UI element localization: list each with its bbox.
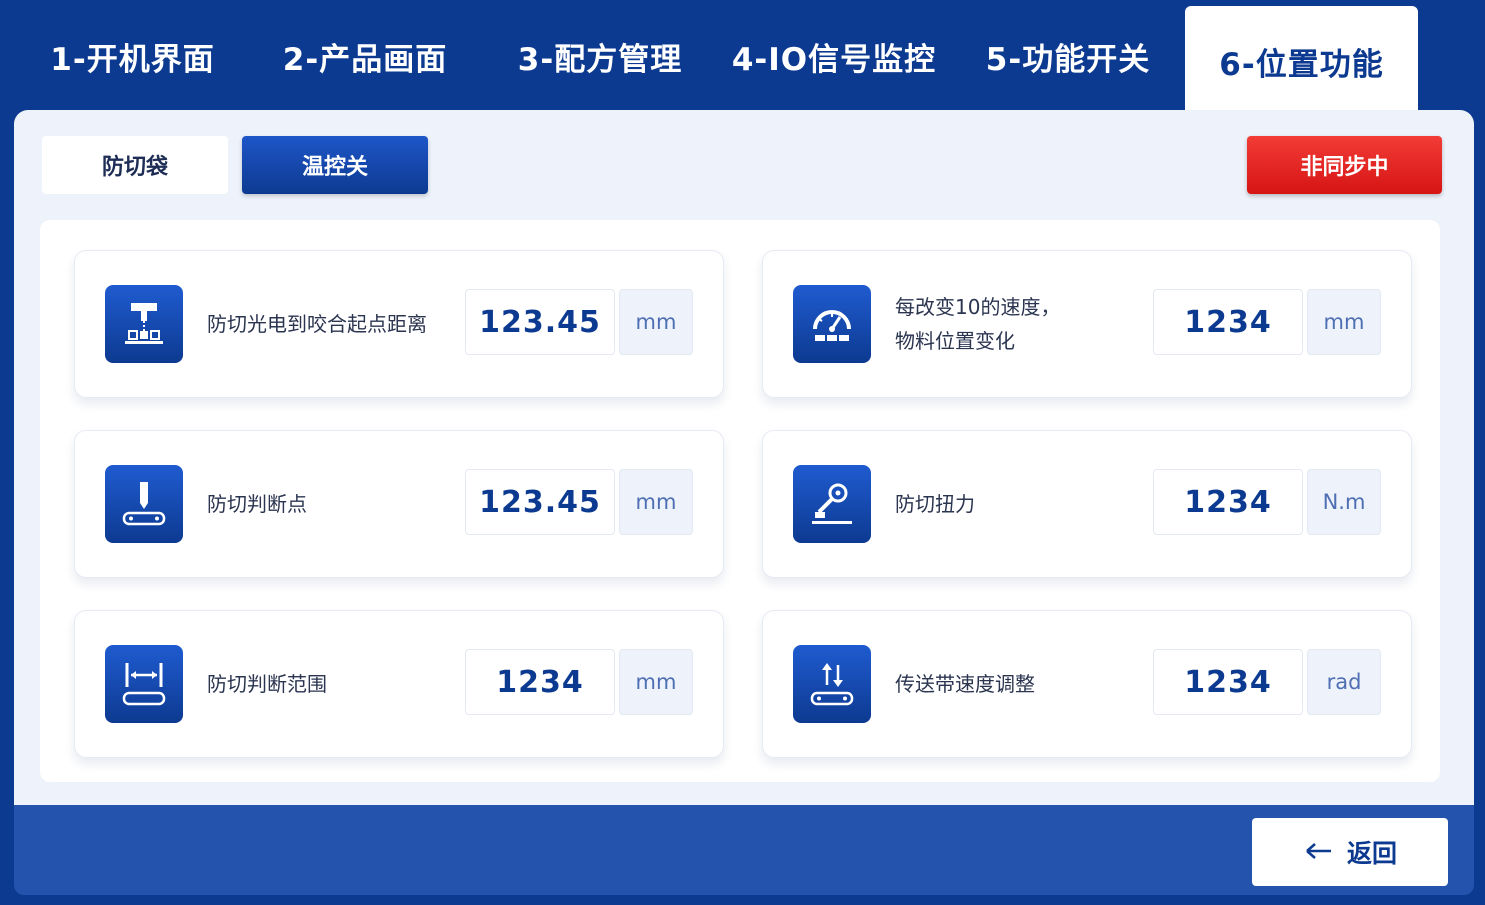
param-unit: mm xyxy=(619,289,693,355)
param-unit: mm xyxy=(1307,289,1381,355)
param-card: 防切扭力 1234 N.m xyxy=(762,430,1412,578)
photoelectric-sensor-icon xyxy=(105,285,183,363)
param-label: 防切判断点 xyxy=(207,492,307,516)
param-unit: mm xyxy=(619,649,693,715)
tab-position-function[interactable]: 6-位置功能 xyxy=(1185,6,1418,116)
parameter-grid: 防切光电到咬合起点距离 123.45 mm 每改变10的速度， 物料位置变化 1 xyxy=(40,220,1440,782)
param-card: 传送带速度调整 1234 rad xyxy=(762,610,1412,758)
speed-gauge-icon xyxy=(793,285,871,363)
param-value-input[interactable]: 1234 xyxy=(1153,289,1303,355)
tab-io-monitor[interactable]: 4-IO信号监控 xyxy=(718,0,950,112)
tab-function-switch[interactable]: 5-功能开关 xyxy=(953,0,1183,112)
param-unit: N.m xyxy=(1307,469,1381,535)
param-unit: rad xyxy=(1307,649,1381,715)
param-card: 每改变10的速度， 物料位置变化 1234 mm xyxy=(762,250,1412,398)
range-width-icon xyxy=(105,645,183,723)
param-label: 防切判断范围 xyxy=(207,672,327,696)
tab-product[interactable]: 2-产品画面 xyxy=(250,0,480,112)
param-label: 每改变10的速度， 物料位置变化 xyxy=(895,295,1061,353)
arrow-left-icon xyxy=(1303,838,1333,867)
main-panel: 防切袋 温控关 非同步中 防切光电到咬合起点距离 123.45 mm 每改变10… xyxy=(14,110,1474,810)
param-label: 传送带速度调整 xyxy=(895,672,1035,696)
param-label: 防切光电到咬合起点距离 xyxy=(207,312,427,336)
param-value-input[interactable]: 1234 xyxy=(465,649,615,715)
param-card: 防切判断点 123.45 mm xyxy=(74,430,724,578)
param-card: 防切光电到咬合起点距离 123.45 mm xyxy=(74,250,724,398)
sync-status-badge: 非同步中 xyxy=(1247,136,1442,194)
param-label: 防切扭力 xyxy=(895,492,975,516)
param-value-input[interactable]: 123.45 xyxy=(465,289,615,355)
cutter-point-icon xyxy=(105,465,183,543)
param-card: 防切判断范围 1234 mm xyxy=(74,610,724,758)
param-value-input[interactable]: 1234 xyxy=(1153,649,1303,715)
param-unit: mm xyxy=(619,469,693,535)
footer-bar: 返回 xyxy=(14,805,1474,895)
back-label: 返回 xyxy=(1346,839,1397,868)
anti-cut-bag-button[interactable]: 防切袋 xyxy=(42,136,228,194)
conveyor-speed-icon xyxy=(793,645,871,723)
tab-bar: 1-开机界面 2-产品画面 3-配方管理 4-IO信号监控 5-功能开关 6-位… xyxy=(0,0,1485,116)
tab-startup[interactable]: 1-开机界面 xyxy=(20,0,245,112)
tab-recipe[interactable]: 3-配方管理 xyxy=(485,0,715,112)
param-value-input[interactable]: 123.45 xyxy=(465,469,615,535)
temp-control-off-button[interactable]: 温控关 xyxy=(242,136,428,194)
param-value-input[interactable]: 1234 xyxy=(1153,469,1303,535)
torque-wrench-icon xyxy=(793,465,871,543)
back-button[interactable]: 返回 xyxy=(1252,818,1448,886)
